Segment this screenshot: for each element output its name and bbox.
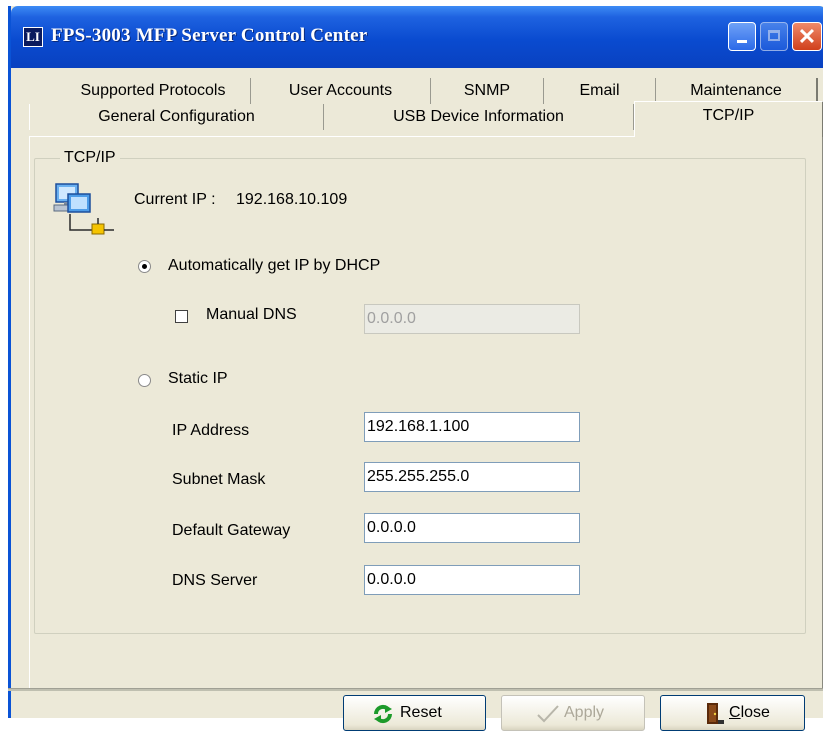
dns-server-label: DNS Server	[172, 572, 258, 589]
static-ip-radio[interactable]	[138, 374, 151, 387]
maximize-icon	[768, 30, 780, 41]
network-computer-icon	[53, 183, 114, 235]
app-logo-icon: LI	[23, 27, 43, 47]
minimize-button[interactable]	[728, 22, 756, 51]
apply-button[interactable]: Apply	[501, 695, 645, 731]
manual-dns-label[interactable]: Manual DNS	[206, 306, 297, 324]
reset-button[interactable]: Reset	[343, 695, 486, 731]
checkmark-icon	[537, 705, 559, 723]
minimize-icon	[737, 40, 747, 43]
subnet-mask-field[interactable]	[364, 462, 580, 492]
tcpip-groupbox	[34, 158, 806, 634]
tab-tcp-ip[interactable]: TCP/IP	[634, 101, 823, 137]
default-gateway-field[interactable]	[364, 513, 580, 543]
close-button[interactable]: Close	[660, 695, 805, 731]
manual-dns-checkbox[interactable]	[175, 310, 188, 323]
manual-dns-field[interactable]	[364, 304, 580, 334]
close-label: Close	[729, 704, 770, 722]
tab-supported-protocols[interactable]: Supported Protocols	[56, 78, 251, 104]
radio-selected-dot	[142, 264, 147, 269]
window-title: FPS-3003 MFP Server Control Center	[51, 25, 368, 46]
dns-server-field[interactable]	[364, 565, 580, 595]
subnet-mask-label: Subnet Mask	[172, 471, 266, 488]
door-icon	[707, 703, 724, 724]
tab-usb-device-information[interactable]: USB Device Information	[324, 104, 634, 130]
close-label-rest: lose	[740, 704, 770, 721]
ip-address-field[interactable]	[364, 412, 580, 442]
dhcp-radio[interactable]	[138, 260, 151, 273]
current-ip-value: 192.168.10.109	[236, 191, 348, 208]
current-ip-label: Current IP :	[134, 191, 216, 208]
close-mnemonic: C	[729, 704, 741, 721]
tab-user-accounts[interactable]: User Accounts	[251, 78, 431, 104]
default-gateway-label: Default Gateway	[172, 522, 291, 539]
reset-label: Reset	[400, 704, 442, 721]
dhcp-label[interactable]: Automatically get IP by DHCP	[168, 257, 380, 275]
close-icon: ✕	[797, 24, 817, 49]
refresh-icon	[373, 704, 393, 724]
tab-snmp[interactable]: SNMP	[431, 78, 544, 104]
button-bar-separator	[8, 688, 823, 691]
static-ip-label[interactable]: Static IP	[168, 370, 228, 388]
apply-label: Apply	[564, 704, 605, 721]
close-window-button[interactable]: ✕	[792, 22, 822, 51]
group-title: TCP/IP	[60, 149, 120, 167]
title-bar[interactable]: LI FPS-3003 MFP Server Control Center ✕	[11, 6, 823, 68]
ip-address-label: IP Address	[172, 422, 250, 439]
tab-general-configuration[interactable]: General Configuration	[29, 104, 324, 130]
maximize-button[interactable]	[760, 22, 788, 51]
